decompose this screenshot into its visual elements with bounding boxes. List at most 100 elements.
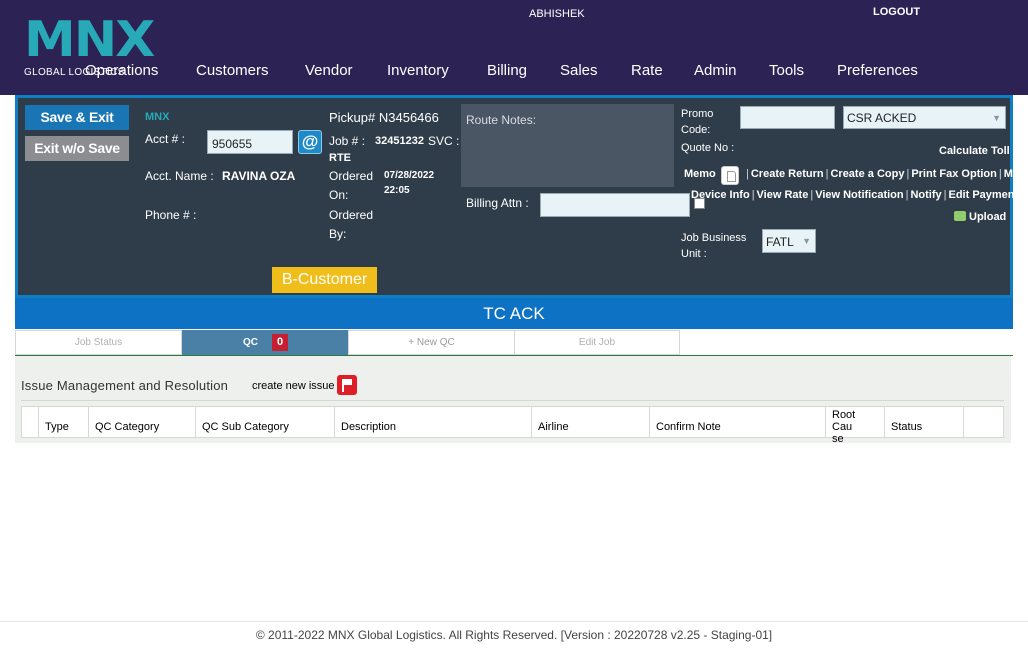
issue-management-section: Issue Management and Resolution create n…	[15, 356, 1011, 445]
job-business-unit-value: FATL	[766, 235, 794, 249]
pickup-number: Pickup# N3456466	[329, 110, 439, 125]
promo-code-input[interactable]	[740, 106, 835, 129]
link-separator: |	[746, 168, 749, 180]
route-notes-box[interactable]: Route Notes:	[461, 104, 674, 187]
nav-customers[interactable]: Customers	[196, 62, 269, 79]
status-title-bar: TC ACK	[15, 298, 1013, 329]
exit-without-save-button[interactable]: Exit w/o Save	[25, 136, 129, 161]
app-root: MNX GLOBAL LOGISTICS ABHISHEK LOGOUT Ope…	[0, 0, 1028, 649]
acct-name-label: Acct. Name :	[145, 169, 214, 183]
brand-label: MNX	[145, 111, 170, 123]
ordered-on-date: 07/28/2022	[384, 170, 435, 181]
logo-mark: MNX	[24, 11, 155, 69]
ordered-on-label: Ordered	[329, 169, 374, 183]
billing-attn-label: Billing Attn :	[466, 196, 529, 210]
promo-label: Promo	[681, 108, 714, 120]
top-navbar: MNX GLOBAL LOGISTICS ABHISHEK LOGOUT Ope…	[0, 0, 1028, 95]
edit-payment-link[interactable]: Edit Payment	[949, 189, 1019, 201]
nav-sales[interactable]: Sales	[560, 62, 598, 79]
issue-table-header: Type QC Category QC Sub Category Descrip…	[21, 406, 1004, 445]
device-info-link[interactable]: Device Info	[691, 189, 750, 201]
svc-value: RTE	[329, 152, 351, 164]
acct-name-value: RAVINA OZA	[222, 169, 296, 183]
email-at-button[interactable]: @	[298, 130, 322, 154]
tab-qc-label: QC	[242, 337, 258, 348]
view-notification-link[interactable]: View Notification	[815, 189, 903, 201]
table-header-confirm-note[interactable]: Confirm Note	[650, 407, 826, 437]
create-return-link[interactable]: Create Return	[751, 168, 824, 180]
memo-link[interactable]: Memo	[684, 168, 716, 180]
issue-section-title: Issue Management and Resolution	[21, 378, 229, 393]
svc-label: SVC :	[428, 134, 460, 148]
print-fax-option-link[interactable]: Print Fax Option	[911, 168, 997, 180]
ordered-by-label-2: By:	[329, 227, 347, 241]
ordered-on-time: 22:05	[384, 185, 410, 196]
job-business-unit-label: Job Business	[681, 232, 747, 244]
chevron-down-icon: ▼	[992, 113, 1001, 123]
job-label: Job # :	[329, 134, 366, 148]
billing-attn-input[interactable]	[540, 193, 690, 217]
job-business-unit-select[interactable]: FATL ▼	[762, 229, 816, 253]
job-panel: Save & Exit Exit w/o Save MNX Acct # : 9…	[15, 95, 1026, 298]
phone-label: Phone # :	[145, 208, 197, 222]
notify-link[interactable]: Notify	[910, 189, 941, 201]
tab-job-status[interactable]: Job Status	[15, 330, 182, 355]
upload-link[interactable]: Upload	[954, 211, 1006, 223]
tab-edit-job[interactable]: Edit Job	[514, 330, 680, 355]
nav-admin[interactable]: Admin	[694, 62, 737, 79]
tab-new-qc[interactable]: + New QC	[348, 330, 515, 355]
tab-qc[interactable]: QC 0	[182, 330, 349, 355]
table-header-airline[interactable]: Airline	[532, 407, 650, 437]
ordered-on-label-2: On:	[329, 188, 349, 202]
table-header-actions	[964, 407, 1003, 437]
link-separator: |	[751, 189, 755, 201]
link-separator: |	[998, 168, 1002, 180]
job-status-select[interactable]: CSR ACKED ▼	[843, 106, 1006, 129]
acct-label: Acct # :	[145, 132, 186, 146]
create-copy-link[interactable]: Create a Copy	[830, 168, 904, 180]
save-exit-button[interactable]: Save & Exit	[25, 105, 129, 130]
table-header-type[interactable]: Type	[39, 407, 89, 437]
promo-label-2: Code:	[681, 124, 711, 136]
route-notes-label: Route Notes:	[466, 113, 537, 127]
qc-count-badge: 0	[271, 334, 289, 351]
table-header-qc-sub-category[interactable]: QC Sub Category	[196, 407, 335, 437]
acct-number-input[interactable]: 950655	[207, 130, 293, 154]
user-name: ABHISHEK	[529, 8, 585, 20]
view-rate-link[interactable]: View Rate	[757, 189, 809, 201]
nav-vendor[interactable]: Vendor	[305, 62, 353, 79]
action-links-row-1: | Create Return | Create a Copy | Print Fax O…	[744, 168, 1026, 180]
upload-icon	[954, 211, 966, 221]
quote-label: Quote No :	[681, 142, 735, 154]
action-links-row-2: Device Info | View Rate | View Notification |…	[691, 189, 1018, 201]
divider	[21, 400, 1004, 401]
flag-icon[interactable]	[337, 375, 357, 395]
upload-label: Upload	[969, 211, 1007, 223]
nav-rate[interactable]: Rate	[631, 62, 663, 79]
footer-divider	[0, 621, 1028, 622]
calculate-toll-link[interactable]: Calculate Toll	[939, 145, 1010, 157]
nav-operations[interactable]: Operations	[85, 62, 158, 79]
table-header-root-cause[interactable]: Root Cau se	[826, 407, 885, 445]
link-separator: |	[943, 189, 947, 201]
nav-preferences[interactable]: Preferences	[837, 62, 918, 79]
root-cause-line2: se	[832, 433, 844, 445]
chevron-down-icon: ▼	[802, 236, 811, 246]
logout-link[interactable]: LOGOUT	[873, 6, 920, 18]
root-cause-line1: Root Cau	[832, 409, 856, 433]
table-header-status[interactable]: Status	[885, 407, 964, 437]
map-link[interactable]: Map	[1004, 168, 1026, 180]
nav-billing[interactable]: Billing	[487, 62, 527, 79]
nav-inventory[interactable]: Inventory	[387, 62, 449, 79]
job-number: 32451232	[375, 135, 424, 147]
create-new-issue-link[interactable]: create new issue	[252, 380, 335, 392]
job-business-unit-label-2: Unit :	[681, 248, 707, 260]
table-header-qc-category[interactable]: QC Category	[89, 407, 196, 437]
table-header-select	[22, 407, 39, 437]
ordered-by-label: Ordered	[329, 208, 374, 222]
footer-copyright: © 2011-2022 MNX Global Logistics. All Ri…	[255, 628, 773, 642]
table-header-description[interactable]: Description	[335, 407, 532, 437]
memo-icon[interactable]	[721, 166, 739, 185]
nav-tools[interactable]: Tools	[769, 62, 804, 79]
b-customer-button[interactable]: B-Customer	[272, 267, 377, 293]
